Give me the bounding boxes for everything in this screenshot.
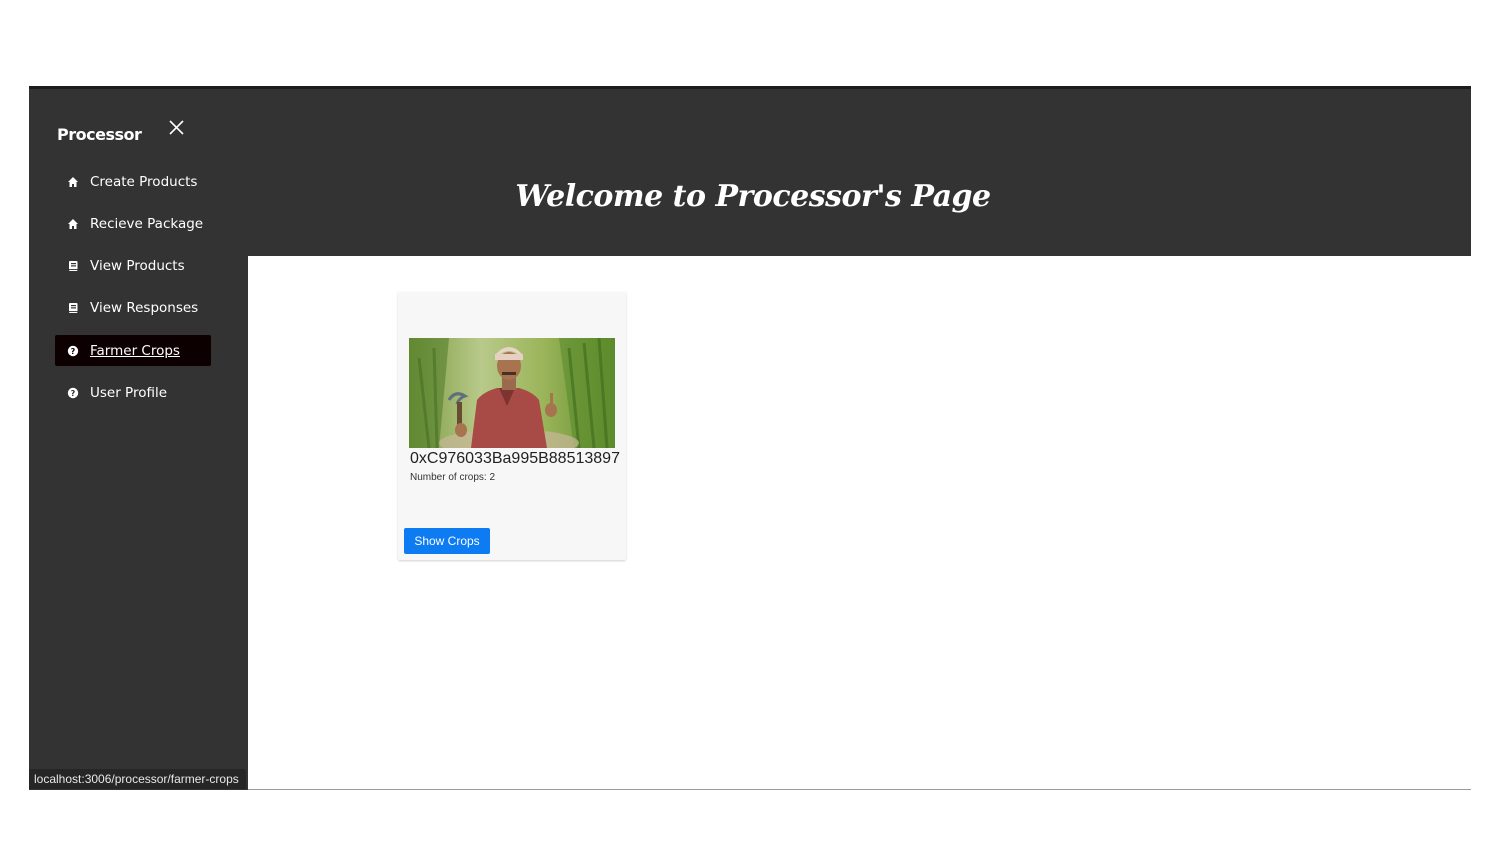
close-sidebar-button[interactable] <box>167 118 187 138</box>
help-circle-icon: ? <box>67 345 79 357</box>
sidebar-nav: Create Products Recieve Package View Pro… <box>55 166 211 420</box>
content-divider <box>248 789 1471 790</box>
book-icon <box>67 260 79 272</box>
page-title: Welcome to Processor's Page <box>515 179 991 214</box>
sidebar-item-user-profile[interactable]: ? User Profile <box>55 377 211 408</box>
sidebar-brand: Processor <box>57 125 142 144</box>
svg-text:?: ? <box>71 389 76 398</box>
sidebar-item-label: Create Products <box>90 173 198 190</box>
sidebar-item-label: User Profile <box>90 384 168 401</box>
help-circle-icon: ? <box>67 387 79 399</box>
farmer-photo <box>409 338 615 448</box>
book-icon <box>67 302 79 314</box>
status-bar-url: localhost:3006/processor/farmer-crops <box>29 769 246 789</box>
sidebar-item-label: View Responses <box>90 300 199 317</box>
svg-text:?: ? <box>71 347 76 356</box>
show-crops-button[interactable]: Show Crops <box>404 528 490 554</box>
sidebar-item-create-products[interactable]: Create Products <box>55 166 211 197</box>
sidebar-item-farmer-crops[interactable]: ? Farmer Crops <box>55 335 211 367</box>
home-icon <box>67 218 79 230</box>
page-header: Welcome to Processor's Page <box>248 89 1471 256</box>
sidebar: Processor Create Products Recieve Packag… <box>29 89 248 790</box>
sidebar-item-view-products[interactable]: View Products <box>55 251 211 282</box>
sidebar-item-label: Farmer Crops <box>90 342 180 359</box>
close-icon <box>169 120 184 135</box>
sidebar-item-recieve-package[interactable]: Recieve Package <box>55 208 211 239</box>
home-icon <box>67 176 79 188</box>
farmer-card: 0xC976033Ba995B88513897 Number of crops:… <box>398 292 626 560</box>
crops-count: Number of crops: 2 <box>410 472 496 483</box>
sidebar-item-label: Recieve Package <box>90 215 204 232</box>
sidebar-item-label: View Products <box>90 258 185 275</box>
sidebar-item-view-responses[interactable]: View Responses <box>55 293 211 324</box>
farmer-address: 0xC976033Ba995B88513897 <box>410 450 620 467</box>
